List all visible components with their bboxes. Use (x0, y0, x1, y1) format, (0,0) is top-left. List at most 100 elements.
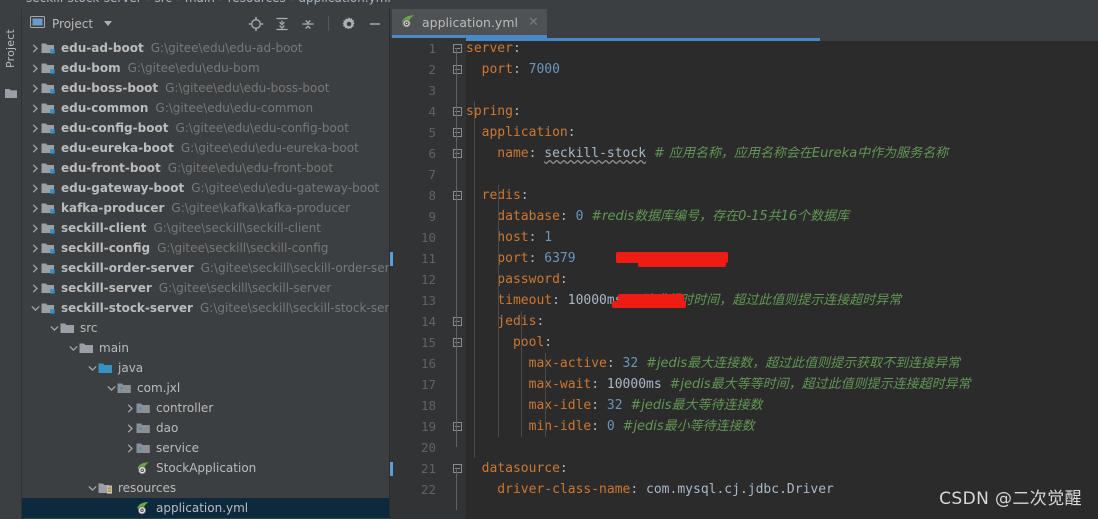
breadcrumb-file[interactable]: application.yml (299, 0, 391, 5)
chevron-right-icon[interactable] (30, 78, 41, 98)
tree-item[interactable]: main (22, 338, 389, 358)
expand-all-icon[interactable] (274, 16, 290, 32)
tree-item-path: G:\gitee\seckill\seckill-client (153, 221, 322, 235)
chevron-right-icon[interactable] (30, 258, 41, 278)
line-number: 5 (428, 125, 436, 140)
tree-item-label: seckill-client (61, 221, 147, 235)
chevron-down-icon[interactable] (104, 21, 113, 26)
chevron-down-icon[interactable] (106, 378, 117, 398)
tree-item[interactable]: seckill-config G:\gitee\seckill\seckill-c… (22, 238, 389, 258)
tree-item[interactable]: kafka-producer G:\gitee\kafka\kafka-produ… (22, 198, 389, 218)
code-editor[interactable]: 1 server: 2 port: 7000 3 4 spring: 5 applicati… (390, 38, 1098, 519)
close-icon[interactable]: ✕ (528, 15, 539, 30)
code-text: jedis: (466, 311, 544, 332)
chevron-right-icon[interactable] (30, 198, 41, 218)
fold-toggle-icon[interactable] (448, 185, 466, 206)
chevron-right-icon[interactable] (30, 158, 41, 178)
line-number: 3 (428, 83, 436, 98)
breadcrumb-item[interactable]: src (155, 0, 173, 5)
fold-toggle-icon[interactable] (448, 416, 466, 437)
sidebar-tab-project[interactable]: Project (0, 13, 22, 83)
tree-item[interactable]: edu-common G:\gitee\edu\edu-common (22, 98, 389, 118)
breadcrumb-item[interactable]: resources (228, 0, 286, 5)
tree-item[interactable]: edu-boss-boot G:\gitee\edu\edu-boss-boot (22, 78, 389, 98)
project-tree[interactable]: edu-ad-boot G:\gitee\edu\edu-ad-boot edu-b… (22, 38, 389, 519)
code-token: 6379 (544, 251, 576, 266)
folder-icon[interactable] (5, 87, 17, 98)
tree-item[interactable]: edu-gateway-boot G:\gitee\edu\edu-gateway… (22, 178, 389, 198)
tab-application-yml[interactable]: application.yml ✕ (392, 9, 547, 38)
tree-item[interactable]: controller (22, 398, 389, 418)
chevron-right-icon[interactable] (125, 418, 136, 438)
tree-item[interactable]: resources (22, 478, 389, 498)
breadcrumb-item[interactable]: main (185, 0, 215, 5)
locate-icon[interactable] (248, 16, 264, 32)
fold-toggle-icon[interactable] (448, 458, 466, 479)
chevron-right-icon[interactable] (30, 98, 41, 118)
fold-toggle-icon[interactable] (448, 38, 466, 59)
tree-item[interactable]: edu-bom G:\gitee\edu\edu-bom (22, 58, 389, 78)
code-token: pool (466, 335, 545, 350)
gear-icon[interactable] (341, 16, 357, 32)
tree-item[interactable]: dao (22, 418, 389, 438)
tree-item[interactable]: StockApplication (22, 458, 389, 478)
tree-item[interactable]: seckill-order-server G:\gitee\seckill\sec… (22, 258, 389, 278)
line-number: 8 (428, 188, 436, 203)
chevron-down-icon[interactable] (68, 338, 79, 358)
chevron-right-icon[interactable] (125, 398, 136, 418)
minimize-icon[interactable] (367, 16, 383, 32)
fold-toggle-icon[interactable] (448, 332, 466, 353)
breadcrumb-item[interactable]: seckill-stock-server (26, 0, 142, 5)
tree-item[interactable]: edu-front-boot G:\gitee\edu\edu-front-boo… (22, 158, 389, 178)
code-text: max-active: 32 #jedis最大连接数，超过此值则提示获取不到连接… (466, 353, 961, 374)
chevron-right-icon[interactable] (30, 278, 41, 298)
tree-item[interactable]: com.jxl (22, 378, 389, 398)
tree-item-label: seckill-config (61, 241, 151, 255)
chevron-right-icon[interactable] (125, 438, 136, 458)
fold-toggle-icon[interactable] (448, 143, 466, 164)
tree-item[interactable]: edu-ad-boot G:\gitee\edu\edu-ad-boot (22, 38, 389, 58)
redaction-mark (638, 259, 726, 267)
tree-item[interactable]: seckill-stock-server G:\gitee\seckill\sec… (22, 298, 389, 318)
tree-item-selected[interactable]: application.yml (22, 498, 389, 518)
tree-item[interactable]: seckill-server G:\gitee\seckill\seckill-s… (22, 278, 389, 298)
chevron-right-icon[interactable] (30, 218, 41, 238)
tree-item[interactable]: service (22, 438, 389, 458)
tree-item[interactable]: edu-eureka-boot G:\gitee\edu\edu-eureka-b… (22, 138, 389, 158)
module-icon (41, 261, 56, 275)
chevron-down-icon[interactable] (87, 358, 98, 378)
chevron-right-icon[interactable] (30, 58, 41, 78)
line-number: 14 (420, 314, 436, 329)
code-token: seckill-stock (544, 146, 647, 161)
chevron-down-icon[interactable] (30, 298, 41, 318)
tree-item[interactable]: java (22, 358, 389, 378)
project-panel-title: Project (52, 16, 94, 31)
editor-area: application.yml ✕ 1 server: 2 port: 7000 3 4… (390, 9, 1098, 519)
chevron-right-icon[interactable] (30, 178, 41, 198)
chevron-right-icon[interactable] (30, 138, 41, 158)
chevron-right-icon[interactable] (30, 118, 41, 138)
chevron-right-icon[interactable] (30, 238, 41, 258)
module-icon (41, 161, 56, 175)
chevron-down-icon[interactable] (49, 318, 60, 338)
tree-item[interactable]: src (22, 318, 389, 338)
code-token: name (466, 146, 529, 161)
project-panel-toolbar (248, 9, 383, 38)
fold-toggle-icon[interactable] (448, 122, 466, 143)
fold-toggle-icon[interactable] (448, 101, 466, 122)
line-number: 7 (428, 167, 436, 182)
collapse-all-icon[interactable] (300, 16, 316, 32)
fold-toggle-icon[interactable] (448, 311, 466, 332)
breadcrumb: seckill-stock-server›src›main›resources›… (0, 0, 1098, 9)
chevron-down-icon[interactable] (87, 478, 98, 498)
chevron-right-icon[interactable] (30, 38, 41, 58)
fold-toggle-icon[interactable] (448, 59, 466, 80)
code-text: database: 0 #redis数据库编号，存在0-15共16个数据库 (466, 206, 849, 227)
tree-item[interactable]: seckill-client G:\gitee\seckill\seckill-c… (22, 218, 389, 238)
tree-item-label: src (80, 321, 98, 335)
code-text: port: 7000 (466, 59, 560, 80)
tree-item[interactable]: edu-config-boot G:\gitee\edu\edu-config-b… (22, 118, 389, 138)
line-number: 20 (420, 440, 436, 455)
